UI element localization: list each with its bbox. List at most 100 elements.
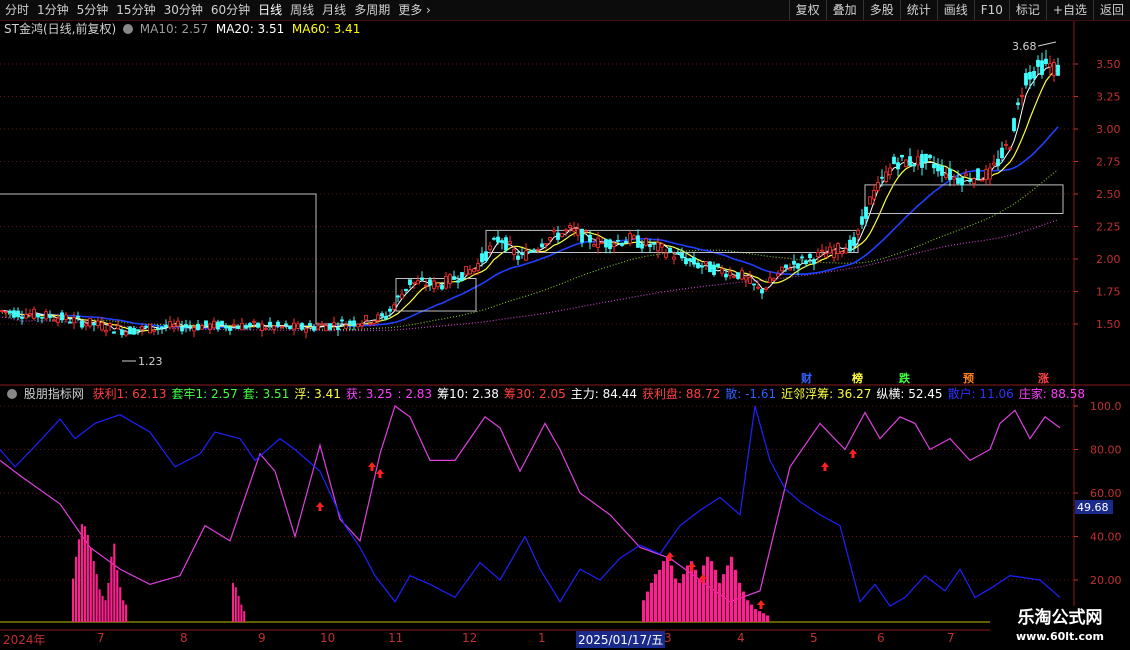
candle-body <box>940 165 944 176</box>
candle-body <box>444 275 448 289</box>
candle-body <box>804 260 808 265</box>
buy-signal-arrow <box>368 462 376 471</box>
candle-body <box>600 242 604 245</box>
candle-body <box>84 323 88 327</box>
candle-body <box>224 325 228 329</box>
candle-body <box>504 237 508 251</box>
candle-body <box>620 242 624 246</box>
candle-body <box>372 320 376 324</box>
candle-body <box>464 265 468 276</box>
candle-body <box>808 253 812 259</box>
event-marker-1[interactable]: 榜 <box>851 370 864 386</box>
candle-body <box>420 277 424 281</box>
chip-bar <box>686 565 690 622</box>
candle-body <box>1012 118 1016 132</box>
candle-body <box>12 310 16 318</box>
candle-body <box>40 316 44 319</box>
candle-body <box>304 328 308 333</box>
chip-bar <box>698 578 702 622</box>
candle-body <box>576 228 580 236</box>
chip-bar <box>738 582 742 622</box>
date-label-10: 4 <box>737 631 745 645</box>
indicator-tick-2: 60.00 <box>1090 487 1122 500</box>
period-tab-3[interactable]: 15分钟 <box>113 0 160 20</box>
period-tab-2[interactable]: 5分钟 <box>74 0 114 20</box>
chip-volume-bars <box>72 524 770 622</box>
event-marker-2[interactable]: 跌 <box>898 370 911 386</box>
candle-body <box>584 230 588 233</box>
tool-button-0[interactable]: 复权 <box>788 0 826 20</box>
candle-body <box>628 233 632 244</box>
indicator-value-7: 筹30: 2.05 <box>503 387 566 401</box>
period-tab-8[interactable]: 月线 <box>319 0 351 20</box>
period-tab-4[interactable]: 30分钟 <box>161 0 208 20</box>
period-tab-0[interactable]: 分时 <box>2 0 34 20</box>
event-marker-0[interactable]: 财 <box>800 370 813 386</box>
tool-button-4[interactable]: 画线 <box>936 0 974 20</box>
period-tab-9[interactable]: 多周期 <box>351 0 395 20</box>
ma5-line <box>1 62 1059 335</box>
candle-body <box>124 331 128 336</box>
candle-body <box>544 243 548 246</box>
ma120-line <box>1 219 1059 332</box>
settings-icon[interactable] <box>122 24 133 34</box>
candle-body <box>688 258 692 262</box>
candle-body <box>844 248 848 254</box>
period-tab-6[interactable]: 日线 <box>255 0 287 20</box>
chip-bar <box>658 569 662 622</box>
chip-bar <box>662 561 666 622</box>
candle-body <box>312 326 316 331</box>
tool-button-2[interactable]: 多股 <box>862 0 900 20</box>
candle-body <box>500 240 504 243</box>
candle-body <box>196 323 200 331</box>
tool-button-6[interactable]: 标记 <box>1008 0 1046 20</box>
candle-body <box>792 260 796 265</box>
candle-body <box>1008 147 1012 150</box>
candle-body <box>436 282 440 288</box>
candle-body <box>308 323 312 327</box>
watermark: 乐淘公式网 www.60lt.com <box>990 606 1130 650</box>
tool-button-8[interactable]: 返回 <box>1092 0 1130 20</box>
candle-body <box>568 225 572 228</box>
tool-button-1[interactable]: 叠加 <box>825 0 863 20</box>
candle-body <box>892 156 896 164</box>
tool-button-5[interactable]: F10 <box>973 0 1009 20</box>
chart-canvas[interactable]: 3.50 3.25 3.00 2.75 2.50 2.25 2.00 1.75 1.50 100.… <box>0 0 1130 650</box>
candle-body <box>492 237 496 240</box>
candle-body <box>716 263 720 267</box>
candle-body <box>520 252 524 255</box>
candle-body <box>0 310 4 312</box>
tool-button-3[interactable]: 统计 <box>899 0 937 20</box>
candle-body <box>484 251 488 261</box>
candle-body <box>68 321 72 324</box>
candle-body <box>340 319 344 322</box>
settings-icon[interactable] <box>7 389 17 399</box>
candle-body <box>232 324 236 327</box>
dealer-line <box>0 405 1061 603</box>
chip-bar <box>762 613 766 622</box>
candle-body <box>120 329 124 336</box>
tool-button-7[interactable]: +自选 <box>1045 0 1093 20</box>
period-tab-1[interactable]: 1分钟 <box>34 0 74 20</box>
candle-body <box>296 323 300 329</box>
price-tick-1: 3.25 <box>1096 91 1121 104</box>
candle-body <box>288 325 292 330</box>
event-marker-4[interactable]: 涨 <box>1037 370 1050 386</box>
chip-bar <box>113 543 116 622</box>
event-marker-3[interactable]: 预 <box>962 370 975 386</box>
chip-bar <box>726 565 730 622</box>
indicator-info: 股朋指标网 获利1: 62.13 套牢1: 2.57 套: 3.51 浮: 3.41 获… <box>4 386 1085 402</box>
period-tabs: 分时 1分钟 5分钟 15分钟 30分钟 60分钟 日线 周线 月线 多周期 更多 › <box>2 0 436 20</box>
period-tab-7[interactable]: 周线 <box>287 0 319 20</box>
candle-body <box>528 251 532 253</box>
period-tab-10[interactable]: 更多 › <box>395 0 436 20</box>
candle-body <box>756 286 760 289</box>
chip-bar <box>92 561 95 622</box>
period-tab-5[interactable]: 60分钟 <box>208 0 255 20</box>
candle-body <box>512 249 516 255</box>
candle-body <box>632 235 636 240</box>
indicator-tick-0: 100.0 <box>1090 400 1122 413</box>
candle-body <box>268 321 272 326</box>
candle-body <box>204 320 208 327</box>
price-tick-6: 2.00 <box>1096 253 1121 266</box>
